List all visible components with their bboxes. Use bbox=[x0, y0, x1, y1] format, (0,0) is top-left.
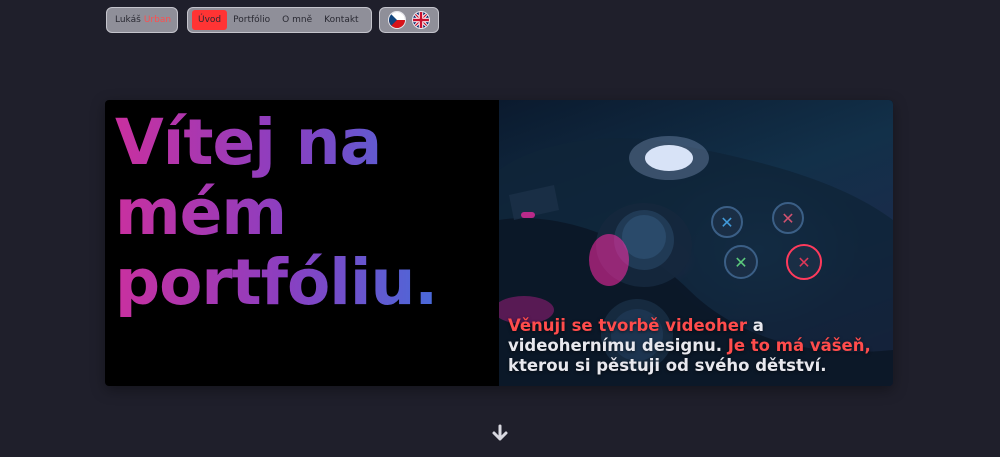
svg-text:✕: ✕ bbox=[797, 253, 810, 272]
svg-text:✕: ✕ bbox=[720, 213, 733, 232]
hero-description-part-4: kterou si pěstuji od svého dětství. bbox=[508, 356, 827, 375]
nav-item-portfolio[interactable]: Portfólio bbox=[227, 10, 276, 30]
nav-item-uvod[interactable]: Úvod bbox=[192, 10, 228, 30]
hero-title-line2: mém bbox=[115, 176, 287, 249]
nav-item-kontakt[interactable]: Kontakt bbox=[318, 10, 364, 30]
hero-description-highlight-2: Je to má vášeň, bbox=[727, 336, 871, 355]
language-switcher bbox=[379, 7, 439, 33]
svg-text:✕: ✕ bbox=[734, 253, 747, 272]
brand-pill[interactable]: Lukáš Urban bbox=[106, 7, 178, 33]
nav-item-o-mne[interactable]: O mně bbox=[276, 10, 318, 30]
hero-description-highlight-1: Věnuji se tvorbě videoher bbox=[508, 316, 748, 335]
uk-flag-icon[interactable] bbox=[413, 12, 429, 28]
brand-first-name: Lukáš bbox=[115, 15, 141, 25]
hero-description: Věnuji se tvorbě videoher a videohernímu… bbox=[508, 316, 888, 376]
svg-text:✕: ✕ bbox=[781, 209, 794, 228]
hero-title: Vítej na mém portfóliu. bbox=[115, 108, 495, 318]
czech-flag-icon[interactable] bbox=[389, 12, 405, 28]
brand-last-name: Urban bbox=[143, 15, 172, 25]
hero-title-line3: portfóliu. bbox=[115, 246, 438, 319]
main-nav: Úvod Portfólio O mně Kontakt bbox=[187, 7, 372, 33]
hero-card: Vítej na mém portfóliu. ✕ ✕ ✕ ✕ Věnuji s… bbox=[105, 100, 893, 386]
hero-title-line1: Vítej na bbox=[115, 106, 382, 179]
arrow-down-icon[interactable] bbox=[490, 423, 510, 443]
gamepad-photo: ✕ ✕ ✕ ✕ Věnuji se tvorbě videoher a vide… bbox=[499, 100, 893, 386]
